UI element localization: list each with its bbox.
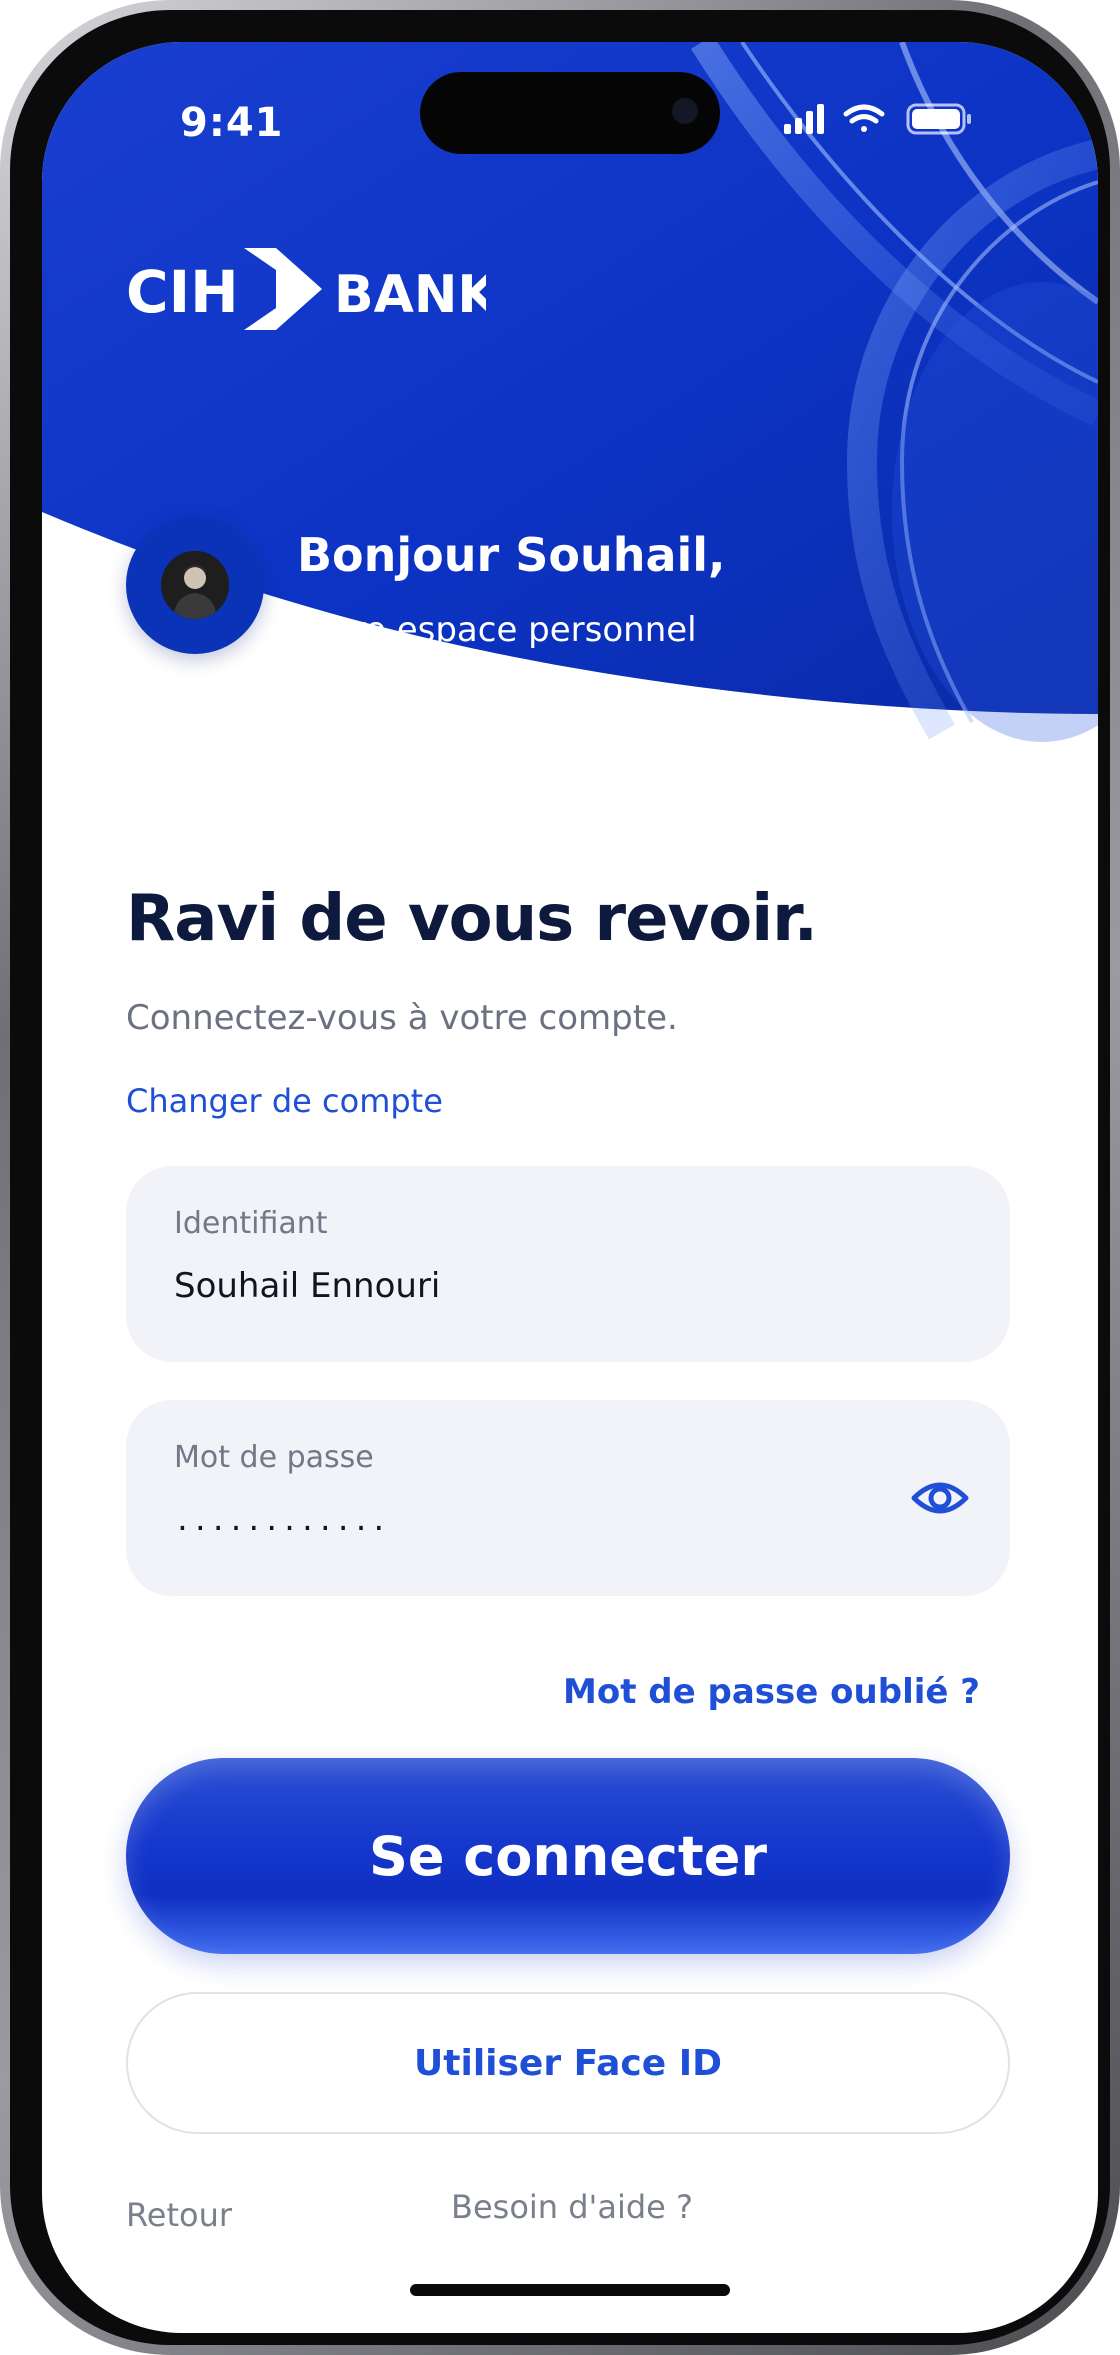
page-subtitle: Connectez-vous à votre compte.	[126, 998, 678, 1038]
greeting-subtitle: Votre espace personnel	[297, 610, 697, 650]
dynamic-island	[420, 72, 720, 154]
logo-text-cih: CIH	[126, 258, 239, 326]
cellular-signal-icon	[784, 104, 824, 134]
help-link[interactable]: Besoin d'aide ?	[451, 2188, 693, 2226]
battery-icon	[906, 103, 971, 135]
identifier-field[interactable]: Identifiant Souhail Ennouri	[126, 1166, 1010, 1362]
identifier-input[interactable]: Souhail Ennouri	[174, 1266, 874, 1306]
avatar[interactable]	[126, 516, 264, 654]
profile-photo	[161, 551, 229, 619]
back-link[interactable]: Retour	[126, 2196, 232, 2234]
home-indicator	[410, 2284, 730, 2296]
app-screen: 9:41 CIH BANK Bonjour Souhail, Votre esp…	[42, 42, 1098, 2333]
status-icons	[784, 103, 971, 135]
logo-chevron-icon	[244, 248, 322, 330]
status-time: 9:41	[180, 100, 284, 146]
phone-frame: 9:41 CIH BANK Bonjour Souhail, Votre esp…	[0, 0, 1120, 2355]
connect-button[interactable]: Se connecter	[126, 1758, 1010, 1954]
face-id-button[interactable]: Utiliser Face ID	[126, 1992, 1010, 2134]
logo-text-bank: BANK	[334, 265, 486, 325]
page-title: Ravi de vous revoir.	[126, 882, 818, 956]
password-label: Mot de passe	[174, 1440, 374, 1475]
wifi-icon	[843, 104, 885, 132]
user-silhouette-icon	[161, 551, 229, 619]
front-camera	[672, 98, 698, 124]
eye-icon[interactable]	[908, 1466, 972, 1530]
switch-account-link[interactable]: Changer de compte	[126, 1082, 443, 1120]
cih-bank-logo: CIH BANK	[126, 248, 486, 330]
phone-bezel: 9:41 CIH BANK Bonjour Souhail, Votre esp…	[10, 10, 1110, 2345]
password-input[interactable]: ............	[174, 1504, 874, 1537]
password-field[interactable]: Mot de passe ............	[126, 1400, 1010, 1596]
forgot-password-link[interactable]: Mot de passe oublié ?	[563, 1672, 980, 1712]
identifier-label: Identifiant	[174, 1206, 328, 1241]
greeting-title: Bonjour Souhail,	[297, 528, 726, 582]
